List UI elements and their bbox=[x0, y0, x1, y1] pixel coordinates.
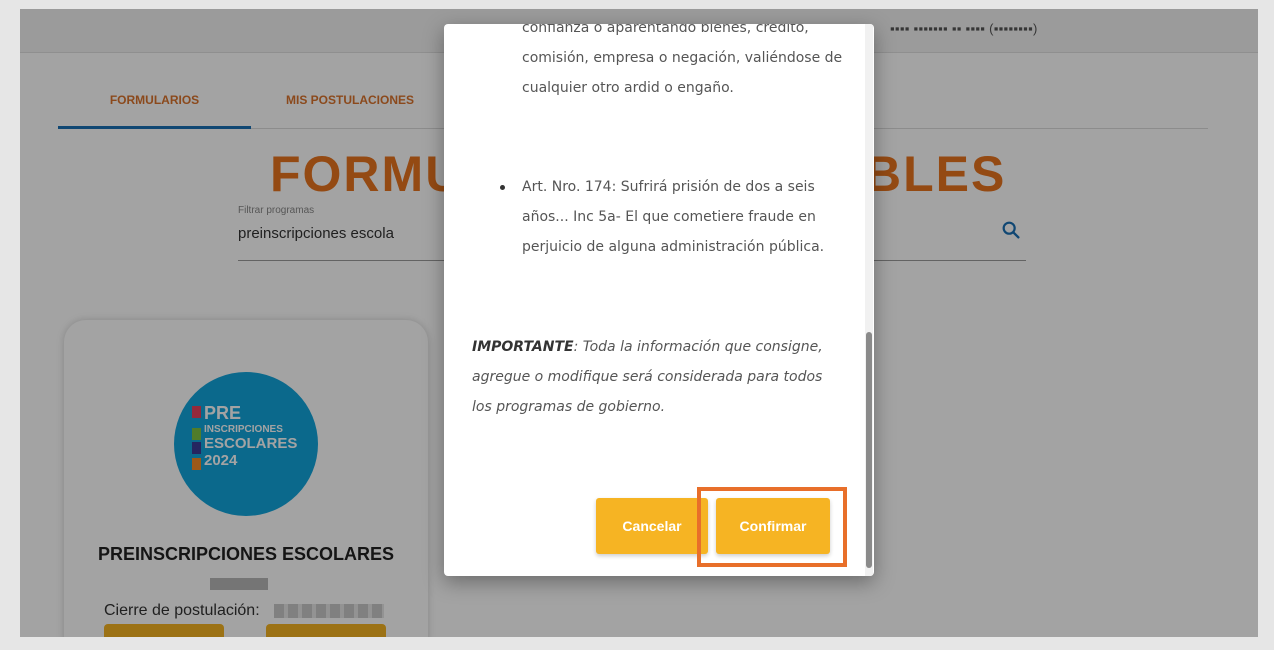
important-label: IMPORTANTE bbox=[472, 339, 574, 355]
dialog-scrollbar-thumb[interactable] bbox=[866, 332, 872, 568]
dialog-bullet-item: Art. Nro. 174: Sufrirá prisión de dos a … bbox=[500, 172, 842, 262]
dialog-bullet-text: Art. Nro. 174: Sufrirá prisión de dos a … bbox=[522, 179, 825, 255]
dialog-scrollbar[interactable] bbox=[865, 24, 873, 576]
cancel-button[interactable]: Cancelar bbox=[596, 498, 708, 554]
confirm-button-highlight bbox=[697, 487, 847, 567]
dialog-important-note: IMPORTANTE: Toda la información que cons… bbox=[472, 332, 832, 422]
bullet-dot bbox=[500, 185, 505, 190]
dialog-paragraph: confianza o aparentando bienes, crédito,… bbox=[522, 24, 843, 96]
